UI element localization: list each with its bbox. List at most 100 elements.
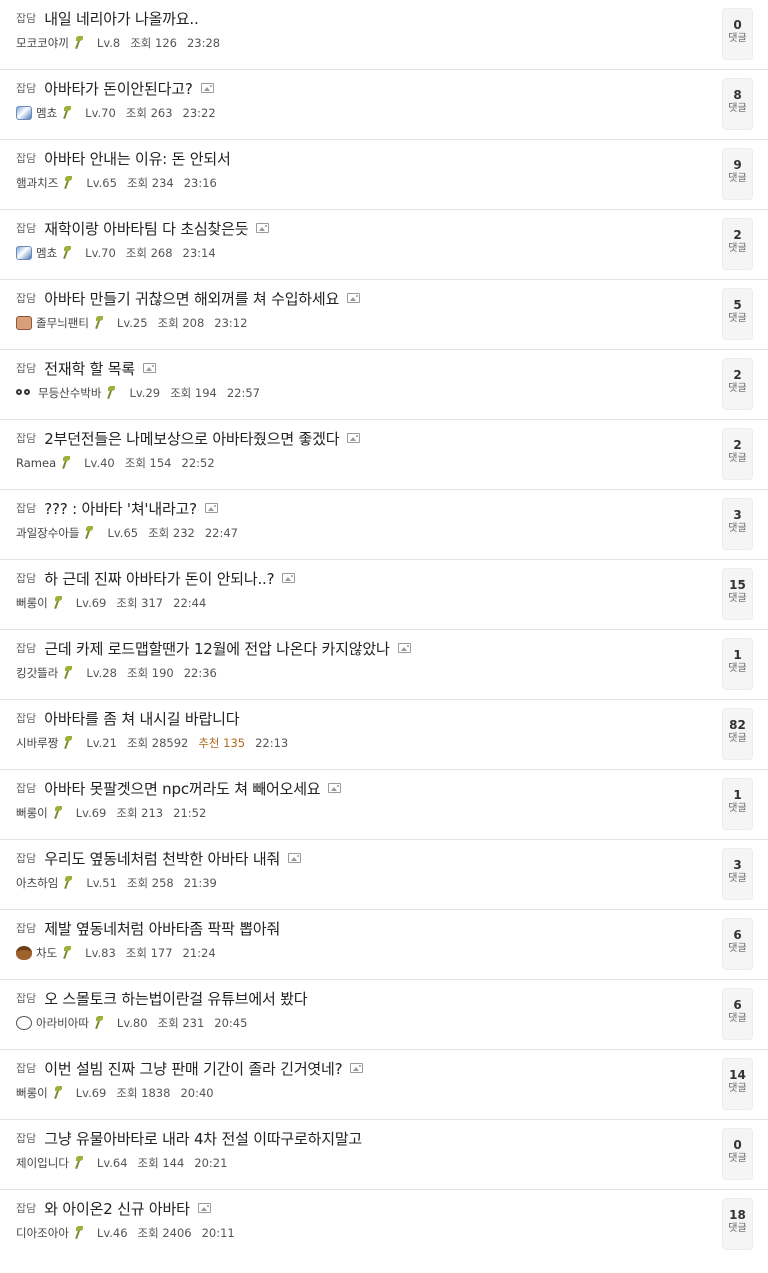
post-row[interactable]: 잡담 ??? : 아바타 '쳐'내라고? 과일장수아들 Lv.65 조회 232 22:4… — [0, 490, 768, 560]
author-name[interactable]: 디아조아아 — [16, 1225, 69, 1241]
author-name[interactable]: 햄과치즈 — [16, 175, 58, 191]
comment-count: 82 — [729, 718, 746, 732]
sprout-badge-icon — [72, 1156, 84, 1170]
post-title-line: 잡담 우리도 옆동네처럼 천박한 아바타 내줘 — [16, 848, 708, 868]
author-name[interactable]: 시바루짱 — [16, 735, 58, 751]
post-row[interactable]: 잡담 아바타 만들기 귀찮으면 해외꺼를 쳐 수입하세요 졸무늬팬티 Lv.25 조회 … — [0, 280, 768, 350]
author-level: Lv.69 — [75, 596, 107, 610]
post-row[interactable]: 잡담 와 아이온2 신규 아바타 디아조아아 Lv.46 조회 2406 20:11 18 댓… — [0, 1190, 768, 1260]
post-row[interactable]: 잡담 재학이랑 아바타팀 다 초심찾은듯 멤쵸 Lv.70 조회 268 23:14 2 댓글 — [0, 210, 768, 280]
post-title-link[interactable]: ??? : 아바타 '쳐'내라고? — [44, 498, 197, 519]
comment-count-box[interactable]: 15 댓글 — [722, 568, 753, 620]
post-title-link[interactable]: 아바타 안내는 이유: 돈 안되서 — [44, 148, 231, 169]
post-title-link[interactable]: 제발 옆동네처럼 아바타좀 팍팍 뽑아줘 — [44, 918, 280, 939]
post-title-link[interactable]: 와 아이온2 신규 아바타 — [44, 1198, 190, 1219]
post-title-link[interactable]: 재학이랑 아바타팀 다 초심찾은듯 — [44, 218, 248, 239]
author-level: Lv.8 — [96, 36, 121, 50]
view-count: 조회 213 — [116, 806, 164, 820]
comment-count: 6 — [733, 928, 742, 942]
comment-count-box[interactable]: 3 댓글 — [722, 848, 753, 900]
author-name[interactable]: 제이입니다 — [16, 1155, 69, 1171]
author-name[interactable]: 뻐롱이 — [16, 595, 48, 611]
comment-count-box[interactable]: 2 댓글 — [722, 428, 753, 480]
post-row[interactable]: 잡담 그냥 유물아바타로 내라 4차 전설 이따구로하지말고 제이입니다 Lv.64 조… — [0, 1120, 768, 1190]
post-row[interactable]: 잡담 이번 설빔 진짜 그냥 판매 기간이 졸라 긴거엿네? 뻐롱이 Lv.69 조회 … — [0, 1050, 768, 1120]
author-name[interactable]: 킹갓뜰라 — [16, 665, 58, 681]
post-category: 잡담 — [16, 82, 37, 95]
comment-count-box[interactable]: 8 댓글 — [722, 78, 753, 130]
post-title-link[interactable]: 아바타를 좀 쳐 내시길 바랍니다 — [44, 708, 239, 729]
post-time: 23:12 — [214, 316, 248, 330]
post-title-line: 잡담 근데 카제 로드맵할땐가 12월에 전압 나온다 카지않았나 — [16, 638, 708, 658]
post-title-link[interactable]: 이번 설빔 진짜 그냥 판매 기간이 졸라 긴거엿네? — [44, 1058, 342, 1079]
post-row[interactable]: 잡담 우리도 옆동네처럼 천박한 아바타 내줘 아츠하임 Lv.51 조회 258 21:… — [0, 840, 768, 910]
author-name[interactable]: 멤쵸 — [36, 105, 57, 121]
post-title-link[interactable]: 아바타 못팔겟으면 npc꺼라도 쳐 빼어오세요 — [44, 778, 320, 799]
post-title-line: 잡담 내일 네리아가 나올까요.. — [16, 8, 708, 28]
comment-count: 18 — [729, 1208, 746, 1222]
post-title-link[interactable]: 근데 카제 로드맵할땐가 12월에 전압 나온다 카지않았나 — [44, 638, 390, 659]
post-title-link[interactable]: 우리도 옆동네처럼 천박한 아바타 내줘 — [44, 848, 280, 869]
post-row[interactable]: 잡담 전재학 할 목록 무등산수박바 Lv.29 조회 194 22:57 2 댓글 — [0, 350, 768, 420]
post-title-link[interactable]: 오 스몰토크 하는법이란걸 유튜브에서 봤다 — [44, 988, 307, 1009]
comment-count-box[interactable]: 2 댓글 — [722, 358, 753, 410]
post-time: 20:40 — [180, 1086, 214, 1100]
comment-count-box[interactable]: 5 댓글 — [722, 288, 753, 340]
author-name[interactable]: 아라비아따 — [36, 1015, 89, 1031]
post-category: 잡담 — [16, 362, 37, 375]
comment-count-box[interactable]: 6 댓글 — [722, 918, 753, 970]
sprout-badge-icon — [61, 736, 73, 750]
post-row[interactable]: 잡담 아바타가 돈이안된다고? 멤쵸 Lv.70 조회 263 23:22 8 댓글 — [0, 70, 768, 140]
post-meta: 뻐롱이 Lv.69 조회 317 22:44 — [16, 595, 206, 611]
post-title-link[interactable]: 하 근데 진짜 아바타가 돈이 안되나..? — [44, 568, 274, 589]
view-count: 조회 28592 — [126, 736, 189, 750]
post-category: 잡담 — [16, 12, 37, 25]
comment-count-box[interactable]: 1 댓글 — [722, 638, 753, 690]
post-row[interactable]: 잡담 2부던전들은 나메보상으로 아바타줬으면 좋겠다 Ramea Lv.40 조회 1… — [0, 420, 768, 490]
comment-count: 0 — [733, 1138, 742, 1152]
author-name[interactable]: 뻐롱이 — [16, 805, 48, 821]
author-name[interactable]: 과일장수아들 — [16, 525, 79, 541]
post-title-link[interactable]: 2부던전들은 나메보상으로 아바타줬으면 좋겠다 — [44, 428, 339, 449]
comment-count-box[interactable]: 0 댓글 — [722, 8, 753, 60]
post-row[interactable]: 잡담 근데 카제 로드맵할땐가 12월에 전압 나온다 카지않았나 킹갓뜰라 Lv.2… — [0, 630, 768, 700]
comment-count-box[interactable]: 0 댓글 — [722, 1128, 753, 1180]
author-name[interactable]: 졸무늬팬티 — [36, 315, 89, 331]
post-row[interactable]: 잡담 아바타 안내는 이유: 돈 안되서 햄과치즈 Lv.65 조회 234 23:16 9… — [0, 140, 768, 210]
post-row[interactable]: 잡담 아바타 못팔겟으면 npc꺼라도 쳐 빼어오세요 뻐롱이 Lv.69 조회 213… — [0, 770, 768, 840]
image-attachment-icon — [200, 83, 214, 93]
post-row[interactable]: 잡담 아바타를 좀 쳐 내시길 바랍니다 시바루짱 Lv.21 조회 28592 추천 1… — [0, 700, 768, 770]
author-name[interactable]: 차도 — [36, 945, 57, 961]
comment-count-box[interactable]: 18 댓글 — [722, 1198, 753, 1250]
author-name[interactable]: Ramea — [16, 456, 56, 470]
view-count: 조회 1838 — [116, 1086, 171, 1100]
post-title-link[interactable]: 아바타 만들기 귀찮으면 해외꺼를 쳐 수입하세요 — [44, 288, 339, 309]
post-category: 잡담 — [16, 782, 37, 795]
comment-count-box[interactable]: 2 댓글 — [722, 218, 753, 270]
post-row[interactable]: 잡담 하 근데 진짜 아바타가 돈이 안되나..? 뻐롱이 Lv.69 조회 317 22… — [0, 560, 768, 630]
post-title-link[interactable]: 내일 네리아가 나올까요.. — [44, 8, 198, 29]
comment-count-box[interactable]: 9 댓글 — [722, 148, 753, 200]
post-category: 잡담 — [16, 712, 37, 725]
author-name[interactable]: 모코코야끼 — [16, 35, 69, 51]
comment-count-box[interactable]: 1 댓글 — [722, 778, 753, 830]
post-row[interactable]: 잡담 오 스몰토크 하는법이란걸 유튜브에서 봤다 아라비아따 Lv.80 조회 231… — [0, 980, 768, 1050]
comment-count-box[interactable]: 6 댓글 — [722, 988, 753, 1040]
comment-count-box[interactable]: 82 댓글 — [722, 708, 753, 760]
post-category: 잡담 — [16, 502, 37, 515]
comment-count-box[interactable]: 3 댓글 — [722, 498, 753, 550]
post-row[interactable]: 잡담 제발 옆동네처럼 아바타좀 팍팍 뽑아줘 차도 Lv.83 조회 177 21:24… — [0, 910, 768, 980]
author-name[interactable]: 무등산수박바 — [38, 385, 101, 401]
post-time: 22:52 — [181, 456, 215, 470]
comment-count-box[interactable]: 14 댓글 — [722, 1058, 753, 1110]
author-name[interactable]: 멤쵸 — [36, 245, 57, 261]
comment-label: 댓글 — [728, 523, 747, 534]
post-title-link[interactable]: 아바타가 돈이안된다고? — [44, 78, 193, 99]
post-title-link[interactable]: 전재학 할 목록 — [44, 358, 135, 379]
post-category: 잡담 — [16, 852, 37, 865]
post-meta: 아라비아따 Lv.80 조회 231 20:45 — [16, 1015, 247, 1031]
author-name[interactable]: 뻐롱이 — [16, 1085, 48, 1101]
post-row[interactable]: 잡담 내일 네리아가 나올까요.. 모코코야끼 Lv.8 조회 126 23:28 0 댓글 — [0, 0, 768, 70]
post-title-link[interactable]: 그냥 유물아바타로 내라 4차 전설 이따구로하지말고 — [44, 1128, 362, 1149]
author-name[interactable]: 아츠하임 — [16, 875, 58, 891]
